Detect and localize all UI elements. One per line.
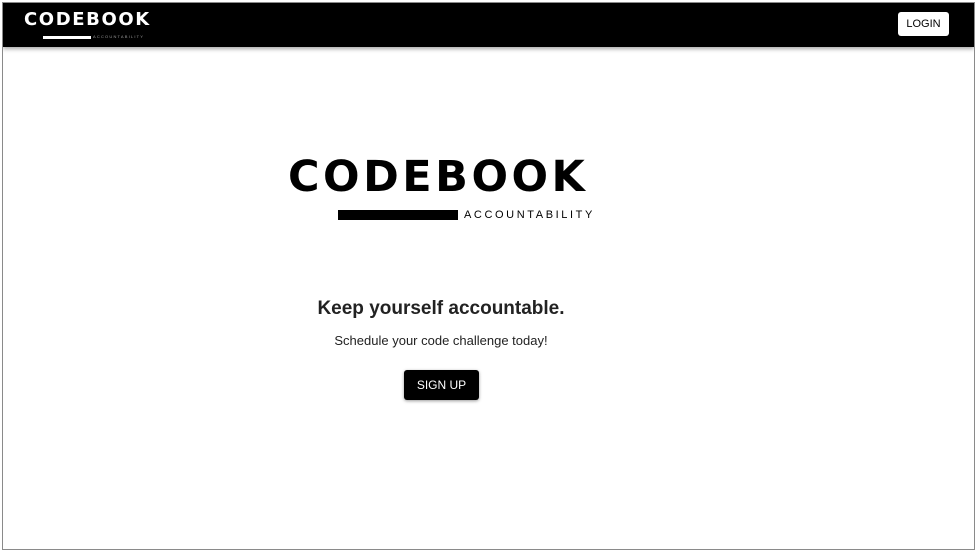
hero-logo-wordmark: CODEBOOK [288,152,589,202]
navbar-logo-tagline: ACCOUNTABILITY [93,34,145,39]
login-button[interactable]: LOGIN [898,12,949,36]
hero-headline: Keep yourself accountable. [317,298,565,319]
hero-logo: CODEBOOK ACCOUNTABILITY [288,151,618,225]
hero-logo-bar [338,210,458,220]
navbar-logo-bar [43,36,91,39]
browser-viewport: CODEBOOK ACCOUNTABILITY LOGIN CODEBOOK A… [2,2,975,550]
hero-logo-tagline: ACCOUNTABILITY [464,209,595,221]
signup-button[interactable]: SIGN UP [404,370,479,400]
navbar-logo[interactable]: CODEBOOK ACCOUNTABILITY [24,9,154,43]
top-navbar: CODEBOOK ACCOUNTABILITY LOGIN [3,3,974,47]
navbar-logo-wordmark: CODEBOOK [24,9,151,30]
hero-subheadline: Schedule your code challenge today! [334,333,548,348]
